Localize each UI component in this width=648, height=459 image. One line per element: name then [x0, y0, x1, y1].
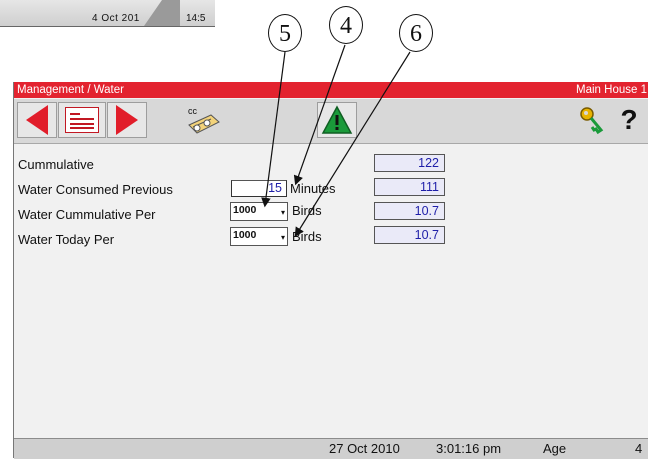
chevron-down-icon: ▾ [280, 208, 285, 217]
callout-5: 5 [268, 14, 302, 52]
title-bar: Management / Water Main House 1 [14, 82, 648, 98]
cumulative-per-value: 10.7 [374, 202, 445, 220]
today-per-label: Water Today Per [18, 232, 115, 247]
status-bar: 27 Oct 2010 3:01:16 pm Age 4 [14, 438, 648, 459]
status-time: 3:01:16 pm [436, 441, 502, 456]
help-icon: ? [620, 104, 638, 135]
today-per-value: 10.7 [374, 226, 445, 244]
cumulative-label: Cummulative [18, 157, 94, 172]
callout-4: 4 [329, 6, 363, 44]
cc-button[interactable]: cc [181, 102, 225, 138]
age-label: Age [543, 441, 567, 456]
cumulative-per-label: Water Cummulative Per [18, 207, 156, 222]
status-date: 27 Oct 2010 [329, 441, 400, 456]
top-date: 4 Oct 201 [92, 13, 140, 24]
today-per-unit: Birds [292, 229, 322, 244]
cumulative-per-select-value: 1000 [233, 204, 257, 216]
minutes-unit: Minutes [290, 181, 336, 196]
chevron-down-icon: ▾ [280, 233, 285, 242]
cc-copy-icon: cc [188, 106, 220, 134]
key-icon [580, 107, 604, 135]
report-icon [65, 107, 99, 133]
main-content: Cummulative 122 Water Consumed Previous … [14, 144, 648, 434]
alarm-button[interactable] [317, 102, 357, 138]
cumulative-per-select[interactable]: 1000 ▾ [230, 202, 288, 221]
key-button[interactable] [573, 102, 609, 138]
top-tab-shape [144, 0, 180, 26]
report-button[interactable] [58, 102, 106, 138]
previous-button[interactable] [17, 102, 57, 138]
previous-arrow-icon [26, 105, 48, 135]
callout-6: 6 [399, 14, 433, 52]
toolbar: cc ? [14, 99, 648, 144]
minutes-input[interactable]: 15 [231, 180, 287, 197]
help-button[interactable]: ? [610, 102, 648, 138]
cc-label: cc [188, 106, 198, 116]
top-status-strip: 4 Oct 201 14:5 [0, 0, 215, 27]
consumed-previous-label: Water Consumed Previous [18, 182, 173, 197]
next-arrow-icon [116, 105, 138, 135]
next-button[interactable] [107, 102, 147, 138]
top-time: 14:5 [186, 13, 206, 24]
cumulative-per-unit: Birds [292, 203, 322, 218]
today-per-select[interactable]: 1000 ▾ [230, 227, 288, 246]
breadcrumb: Management / Water [17, 84, 124, 96]
cumulative-value: 122 [374, 154, 445, 172]
app-window: Management / Water Main House 1 cc ? Cum… [13, 82, 648, 459]
consumed-previous-value: 111 [374, 178, 445, 196]
house-name: Main House 1 [576, 84, 647, 96]
age-value: 4 [635, 441, 643, 456]
warning-icon [321, 105, 353, 134]
today-per-select-value: 1000 [233, 229, 257, 241]
